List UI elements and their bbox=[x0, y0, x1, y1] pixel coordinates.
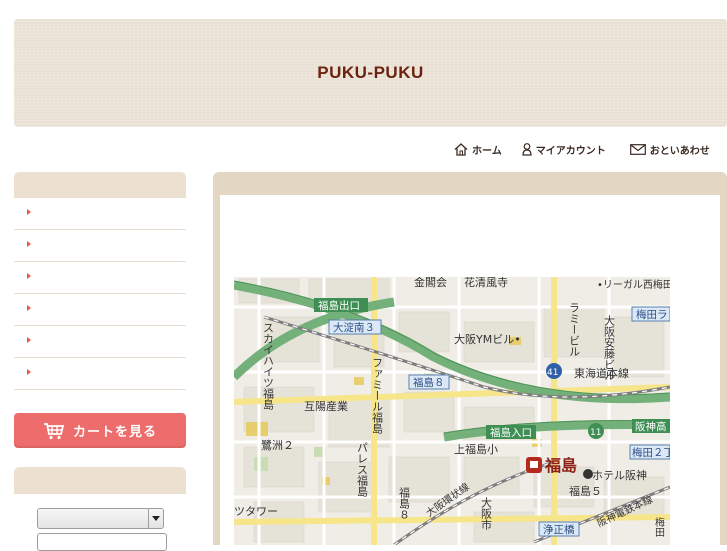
user-icon bbox=[522, 143, 532, 156]
search-input[interactable] bbox=[37, 533, 167, 551]
category-item[interactable] bbox=[14, 294, 186, 326]
map-label: 鷺洲２ bbox=[261, 438, 294, 452]
dropdown-button[interactable] bbox=[148, 509, 163, 528]
map-label: パレス福島 bbox=[356, 442, 369, 498]
map-sign: 梅田ラ bbox=[636, 308, 668, 321]
map-label: 梅田 bbox=[653, 516, 665, 537]
category-select[interactable] bbox=[37, 508, 164, 529]
map-label: 大阪YMビル• bbox=[454, 332, 521, 346]
arrow-right-icon bbox=[27, 209, 31, 215]
map-label: スカイハイツ福島 bbox=[262, 322, 275, 411]
map-label: ホテル阪神 bbox=[592, 468, 647, 482]
nav-home[interactable]: ホーム bbox=[454, 142, 502, 157]
category-item[interactable] bbox=[14, 230, 186, 262]
arrow-right-icon bbox=[27, 273, 31, 279]
site-title[interactable]: PUKU-PUKU bbox=[14, 63, 727, 83]
nav-contact-label: おといあわせ bbox=[649, 146, 710, 157]
mail-icon bbox=[629, 144, 646, 155]
cart-icon bbox=[43, 422, 65, 439]
map-canvas: 金閣会 花清風寺 •リーガル西梅田 大阪YMビル• 互陽産業 鷺洲２ 上福島小 … bbox=[234, 277, 670, 545]
category-item[interactable] bbox=[14, 198, 186, 230]
arrow-right-icon bbox=[27, 305, 31, 311]
map-sign: 梅田２丁 bbox=[632, 446, 670, 459]
category-heading bbox=[14, 172, 186, 198]
map-label: ファミール福島 bbox=[371, 357, 384, 435]
chevron-down-icon bbox=[152, 516, 160, 521]
category-item[interactable] bbox=[14, 326, 186, 358]
map-label: 上福島小 bbox=[454, 442, 498, 456]
arrow-right-icon bbox=[27, 241, 31, 247]
map-sign: 福島入口 bbox=[490, 426, 532, 439]
category-item[interactable] bbox=[14, 358, 186, 390]
station-marker[interactable]: 福島 bbox=[526, 456, 577, 475]
access-map[interactable]: 金閣会 花清風寺 •リーガル西梅田 大阪YMビル• 互陽産業 鷺洲２ 上福島小 … bbox=[234, 277, 670, 545]
map-label: 花清風寺 bbox=[464, 277, 508, 289]
map-sign: 阪神高 bbox=[635, 420, 667, 433]
map-label: 東海道本線 bbox=[574, 366, 629, 380]
map-label: 大阪市 bbox=[480, 496, 493, 531]
route-number: 41 bbox=[547, 368, 558, 378]
search-heading bbox=[14, 467, 186, 494]
station-label: 福島 bbox=[544, 456, 577, 475]
map-sign: 浄正橋 bbox=[543, 523, 575, 536]
map-label: 大阪安藤ビル bbox=[603, 314, 616, 381]
map-label: 互陽産業 bbox=[304, 400, 348, 413]
arrow-right-icon bbox=[27, 337, 31, 343]
site-header: PUKU-PUKU bbox=[14, 19, 727, 127]
nav-my-account-label: マイアカウント bbox=[535, 146, 606, 157]
category-list bbox=[14, 198, 186, 390]
route-number: 11 bbox=[590, 428, 601, 438]
nav-contact[interactable]: おといあわせ bbox=[629, 142, 710, 157]
map-label: •リーガル西梅田 bbox=[597, 278, 670, 291]
home-icon bbox=[454, 143, 468, 156]
view-cart-label: カートを見る bbox=[72, 425, 157, 440]
map-sign: 福島８ bbox=[413, 376, 445, 389]
map-label: 金閣会 bbox=[414, 277, 447, 289]
top-nav: ホーム マイアカウント おといあわせ bbox=[454, 142, 710, 157]
map-label: 福島８ bbox=[398, 486, 411, 520]
category-item[interactable] bbox=[14, 262, 186, 294]
map-sign: 福島出口 bbox=[318, 299, 360, 312]
view-cart-button[interactable]: カートを見る bbox=[14, 413, 186, 448]
map-label: ラミービル bbox=[568, 302, 581, 357]
arrow-right-icon bbox=[27, 369, 31, 375]
map-label: 福島５ bbox=[569, 484, 602, 498]
map-sign: 大淀南３ bbox=[333, 321, 375, 334]
map-label: ツタワー bbox=[234, 505, 278, 518]
nav-my-account[interactable]: マイアカウント bbox=[522, 142, 606, 157]
nav-home-label: ホーム bbox=[472, 146, 502, 157]
